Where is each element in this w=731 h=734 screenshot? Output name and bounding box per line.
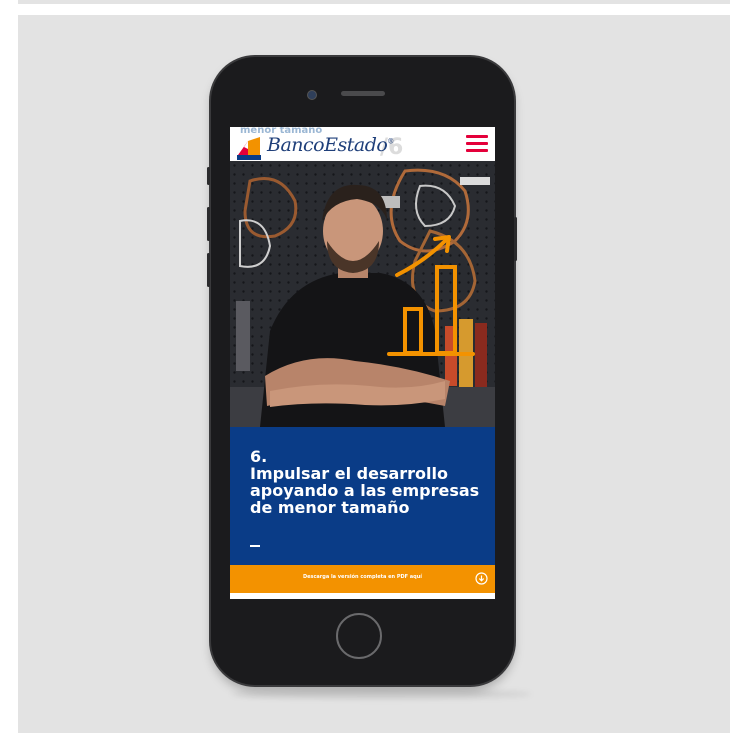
brand-name[interactable]: BancoEstado® <box>267 134 394 156</box>
title-underline <box>250 545 260 547</box>
hamburger-menu-icon[interactable] <box>466 135 488 153</box>
top-divider <box>18 0 730 4</box>
phone-screen: menor tamaño /6 BancoEstado® 6. Impulsar… <box>230 127 495 599</box>
earpiece-speaker <box>341 91 385 96</box>
section-panel: 6. Impulsar el desarrollo apoyando a las… <box>230 427 495 565</box>
phone-mockup: menor tamaño /6 BancoEstado® 6. Impulsar… <box>207 57 517 685</box>
volume-up-button <box>207 207 210 241</box>
home-button[interactable] <box>336 613 382 659</box>
bancoestado-logo-icon[interactable] <box>236 135 262 161</box>
brand-label: BancoEstado <box>267 134 388 156</box>
mute-switch <box>207 167 210 185</box>
phone-shadow <box>231 689 531 699</box>
section-title: Impulsar el desarrollo apoyando a las em… <box>250 464 480 517</box>
growth-chart-icon <box>387 235 475 356</box>
download-circle-icon[interactable] <box>475 572 488 585</box>
power-button <box>514 217 517 261</box>
download-label[interactable]: Descarga la versión completa en PDF aquí <box>230 574 495 580</box>
registered-mark: ® <box>387 137 394 146</box>
site-header: menor tamaño /6 BancoEstado® <box>230 127 495 161</box>
hero-photo <box>230 161 495 427</box>
volume-down-button <box>207 253 210 287</box>
front-camera <box>307 90 317 100</box>
download-bar[interactable]: Descarga la versión completa en PDF aquí <box>230 565 495 593</box>
